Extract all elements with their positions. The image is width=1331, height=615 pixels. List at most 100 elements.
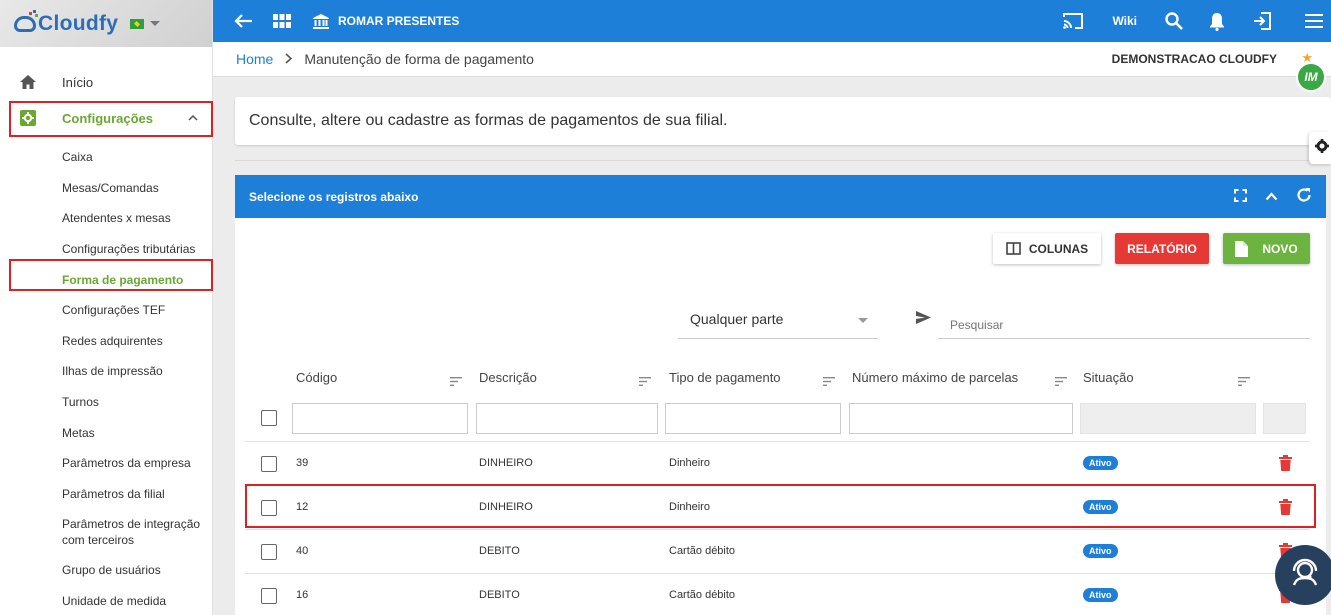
sidebar-subitem-turnos[interactable]: Turnos [0,387,212,418]
sidebar-subitem-metas[interactable]: Metas [0,417,212,448]
topbar-actions: Wiki [1062,0,1331,42]
home-icon [18,72,38,92]
select-all-checkbox[interactable] [261,410,277,426]
fullscreen-icon[interactable] [1234,188,1247,205]
gear-icon [1315,138,1329,158]
sidebar-menu: Início Configurações Caixa Mesas/Comanda… [0,64,212,615]
sidebar-subitem-integracao[interactable]: Parâmetros de integração com terceiros [0,509,212,555]
highlight-configuracoes [9,101,213,137]
columns-button[interactable]: COLUNAS [993,233,1101,264]
hamburger-menu-icon[interactable] [1305,14,1323,28]
breadcrumb-home[interactable]: Home [236,51,273,67]
bank-icon [313,13,329,29]
status-badge: Ativo [1083,456,1118,470]
status-badge: Ativo [1083,588,1118,602]
sidebar: Cloudfy Início Configurações Caixa Mesas… [0,0,213,615]
highlight-row-12 [245,484,1316,528]
sidebar-subitem-param-filial[interactable]: Parâmetros da filial [0,479,212,510]
account-name[interactable]: DEMONSTRACAO CLOUDFY [1112,52,1277,66]
collapse-chevron-up-icon[interactable] [1265,190,1278,204]
company-name[interactable]: ROMAR PRESENTES [338,14,459,28]
report-button[interactable]: RELATÓRIO [1115,233,1209,264]
logo-text: Cloudfy [38,11,119,35]
sidebar-item-label: Início [62,74,94,90]
trash-icon[interactable] [1279,455,1292,476]
cell-type: Cartão débito [669,545,736,557]
send-icon[interactable] [916,311,931,329]
search-input[interactable] [938,303,1310,339]
sort-icon[interactable] [450,373,462,391]
search-row: Qualquer parte [678,303,1310,339]
sort-icon[interactable] [823,373,835,391]
refresh-icon[interactable] [1296,187,1312,206]
row-checkbox[interactable] [261,588,277,604]
search-icon[interactable] [1165,12,1183,30]
table-row[interactable]: 40 DEBITO Cartão débito Ativo [245,529,1310,573]
support-chat-button[interactable] [1275,545,1331,605]
filter-parcelas[interactable] [849,403,1073,434]
columns-label: COLUNAS [1028,241,1089,256]
filter-tipo[interactable] [665,403,841,434]
new-button[interactable]: NOVO [1223,233,1310,264]
bell-icon[interactable] [1209,12,1225,31]
chevron-down-icon[interactable] [150,21,161,26]
col-header-parcelas[interactable]: Número máximo de parcelas [852,370,1018,385]
wiki-link[interactable]: Wiki [1112,14,1137,28]
col-header-codigo[interactable]: Código [296,370,337,385]
table-row[interactable]: 39 DINHEIRO Dinheiro Ativo [245,441,1310,485]
cell-code: 39 [296,457,309,469]
sidebar-subitem-tef[interactable]: Configurações TEF [0,295,212,326]
brand-bar: Cloudfy [0,0,212,47]
sort-icon[interactable] [639,373,651,391]
sidebar-subitem-grupo-usuarios[interactable]: Grupo de usuários [0,555,212,586]
sidebar-subitem-unidade-medida[interactable]: Unidade de medida [0,586,212,615]
avatar[interactable]: IM [1296,62,1326,92]
sort-icon[interactable] [1238,373,1250,391]
status-badge: Ativo [1083,544,1118,558]
cast-icon[interactable] [1062,12,1084,30]
report-label: RELATÓRIO [1127,241,1197,256]
settings-tab[interactable] [1309,132,1331,164]
cell-description: DEBITO [479,545,520,557]
breadcrumb: Home Manutenção de forma de pagamento DE… [213,42,1331,77]
search-mode-select[interactable]: Qualquer parte [678,303,878,339]
filter-codigo[interactable] [292,403,468,434]
highlight-forma-pagamento [9,259,213,291]
sidebar-subitem-param-empresa[interactable]: Parâmetros da empresa [0,448,212,479]
divider [235,160,1331,161]
apps-grid-icon[interactable] [273,14,291,28]
sidebar-subitem-atendentes[interactable]: Atendentes x mesas [0,203,212,234]
cell-type: Cartão débito [669,589,736,601]
filter-descricao[interactable] [476,403,658,434]
back-arrow-icon[interactable] [233,13,253,29]
row-checkbox[interactable] [261,544,277,560]
sidebar-item-inicio[interactable]: Início [0,64,212,100]
filter-actions [1263,403,1306,434]
search-mode-value: Qualquer parte [690,311,784,327]
new-file-icon [1235,240,1249,257]
row-checkbox[interactable] [261,456,277,472]
records-panel: Selecione os registros abaixo COLUNAS RE… [235,175,1326,615]
headset-icon [1288,556,1322,595]
info-text: Consulte, altere ou cadastre as formas d… [249,112,728,129]
sort-icon[interactable] [1055,373,1067,391]
col-header-situacao[interactable]: Situação [1083,370,1134,385]
col-header-tipo[interactable]: Tipo de pagamento [669,370,781,385]
table-row[interactable]: 16 DEBITO Cartão débito Ativo [245,573,1310,615]
cell-code: 16 [296,589,309,601]
sidebar-subitem-ilhas[interactable]: Ilhas de impressão [0,356,212,387]
chevron-right-icon [285,51,293,67]
sidebar-subitem-mesas[interactable]: Mesas/Comandas [0,173,212,204]
cloud-icon [14,9,38,32]
panel-header: Selecione os registros abaixo [235,175,1326,218]
sidebar-subitem-redes[interactable]: Redes adquirentes [0,326,212,357]
columns-icon [1006,242,1021,255]
new-label: NOVO [1262,241,1298,256]
cell-description: DINHEIRO [479,457,533,469]
brazil-flag-icon[interactable] [130,18,145,29]
cloudfy-logo[interactable]: Cloudfy [14,9,119,36]
cell-description: DEBITO [479,589,520,601]
sidebar-subitem-caixa[interactable]: Caixa [0,142,212,173]
col-header-descricao[interactable]: Descrição [479,370,537,385]
logout-icon[interactable] [1253,12,1271,30]
